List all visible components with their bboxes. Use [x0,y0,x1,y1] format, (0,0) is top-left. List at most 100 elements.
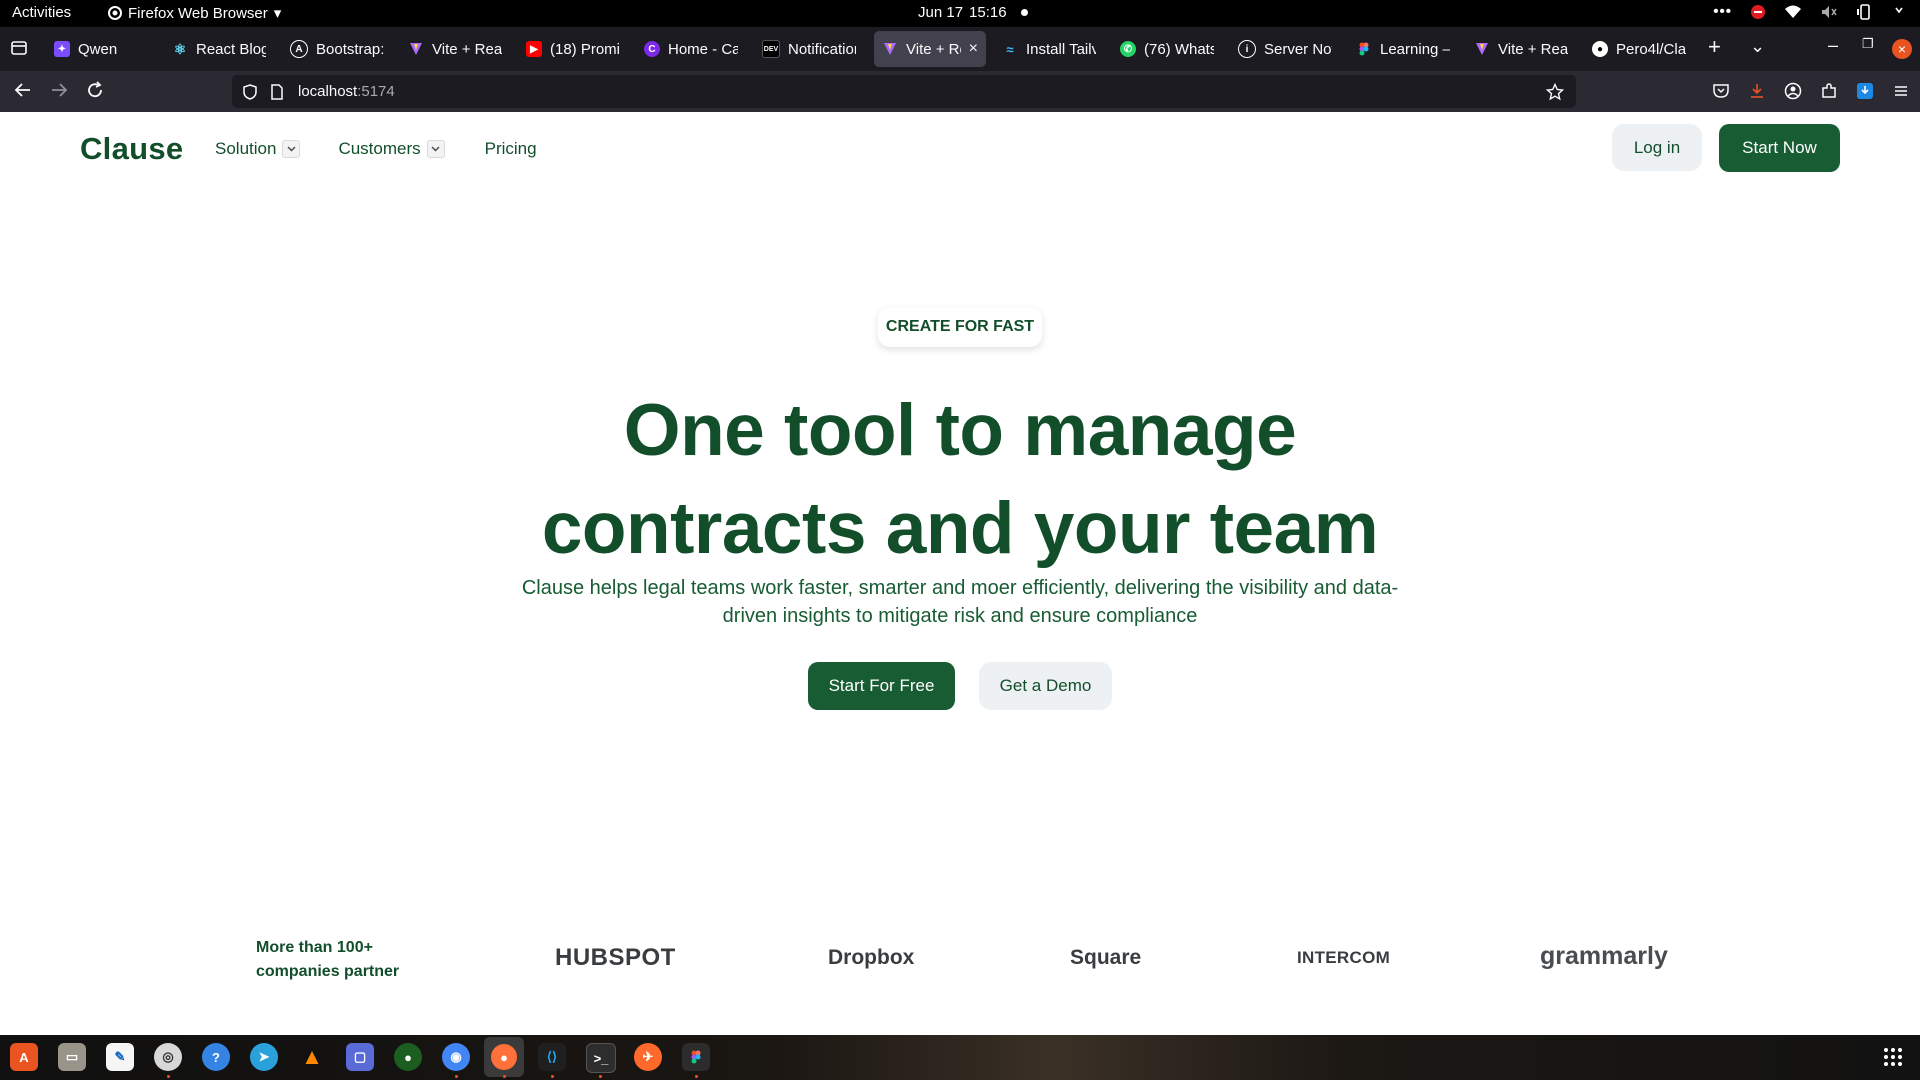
downloads-progress-icon[interactable] [1748,82,1766,100]
new-tab-icon[interactable]: + [1708,34,1721,60]
vite-favicon-icon [408,41,424,57]
firefox-view-icon[interactable] [10,39,28,57]
wifi-icon[interactable] [1784,4,1802,20]
clock-time: 15:16 [969,4,1007,21]
headline-highlight: manage [1023,382,1297,480]
brand-logo-dropbox: Dropbox [828,946,915,969]
browser-tab[interactable]: Learning – I [1348,31,1458,67]
shield-icon[interactable] [242,83,258,100]
account-icon[interactable] [1784,82,1802,100]
figma-favicon-icon [1356,41,1372,57]
nav-pricing[interactable]: Pricing [485,139,537,159]
terminal-icon[interactable]: >_ [586,1043,616,1073]
software-center-icon[interactable]: A [10,1043,38,1071]
show-apps-grid-icon[interactable] [1884,1048,1902,1066]
list-tabs-icon[interactable]: ⌄ [1750,36,1765,57]
text-editor-icon[interactable]: ✎ [106,1043,134,1071]
pocket-icon[interactable] [1712,82,1730,100]
browser-tab[interactable]: A Bootstrap: [282,31,392,67]
vlc-icon[interactable]: ▲ [298,1043,326,1071]
site-nav: Solution Customers Pricing [215,139,537,159]
minimize-window-icon[interactable]: – [1828,35,1838,56]
app-orb-icon[interactable]: ● [394,1043,422,1071]
clock[interactable]: Jun 17 15:16 [918,4,1028,21]
login-button[interactable]: Log in [1612,124,1702,171]
bookmark-star-icon[interactable] [1546,82,1564,101]
browser-tab[interactable]: C Home - Can [636,31,746,67]
system-tray[interactable]: ••• [1713,3,1906,20]
forward-arrow-icon[interactable] [50,81,68,99]
telegram-icon[interactable]: ➤ [250,1043,278,1071]
dev-favicon-icon: DEV [762,40,780,58]
tab-close-icon[interactable]: × [969,40,978,58]
tab-title: Qwen [78,40,118,58]
url-port: :5174 [357,83,395,100]
browser-tab[interactable]: Vite + Reac [400,31,510,67]
start-for-free-button[interactable]: Start For Free [808,662,955,710]
close-window-icon[interactable]: × [1892,39,1912,59]
tab-title: Learning – I [1380,40,1450,58]
clock-date: Jun 17 [918,4,964,21]
info-favicon-icon: i [1238,40,1256,58]
site-logo[interactable]: Clause [80,131,183,167]
qwen-favicon-icon: ✦ [54,41,70,57]
brand-logo-hubspot: HUBSPOT [555,944,676,971]
running-indicator [599,1075,602,1078]
browser-tab[interactable]: Vite + Reac [1466,31,1576,67]
do-not-disturb-icon[interactable] [1750,4,1766,20]
tab-title: (76) Whats [1144,40,1214,58]
browser-tab[interactable]: DEV Notificatior [754,31,864,67]
browser-tab[interactable]: ● Pero4l/Clau [1584,31,1694,67]
back-arrow-icon[interactable] [14,81,32,99]
activities-button[interactable]: Activities [12,4,71,21]
page-info-icon[interactable] [270,83,284,100]
app-menu[interactable]: Firefox Web Browser ▾ [108,4,281,22]
disk-icon[interactable]: ◎ [154,1043,182,1071]
nav-customers[interactable]: Customers [338,139,445,159]
screenshot-icon[interactable]: ▢ [346,1043,374,1071]
volume-muted-icon[interactable] [1820,4,1838,20]
tailwind-favicon-icon: ≈ [1006,41,1014,57]
vite-favicon-icon [882,41,898,57]
hero-subtitle: Clause helps legal teams work faster, sm… [521,577,1399,627]
partners-line1: More than 100+ [256,939,373,956]
restore-window-icon[interactable]: ❐ [1862,36,1874,52]
browser-tab[interactable]: ✆ (76) Whats [1112,31,1222,67]
chevron-down-icon [282,140,301,158]
tab-title: Vite + Reac [1498,40,1568,58]
files-icon[interactable]: ▭ [58,1043,86,1071]
hamburger-menu-icon[interactable] [1892,82,1910,100]
vite-favicon-icon [1474,41,1490,57]
toolbar-extensions [1712,82,1910,100]
tab-title: Vite + Re [906,40,961,58]
get-a-demo-button[interactable]: Get a Demo [979,662,1112,710]
browser-tab[interactable]: ≈ Install Tailv [994,31,1104,67]
extensions-puzzle-icon[interactable] [1820,82,1838,100]
running-indicator [695,1075,698,1078]
help-icon[interactable]: ? [202,1043,230,1071]
nav-solution[interactable]: Solution [215,139,301,159]
browser-tab[interactable]: i Server Not [1230,31,1340,67]
url-bar[interactable]: localhost:5174 [232,75,1576,108]
device-icon[interactable] [1856,3,1874,20]
more-icon[interactable]: ••• [1713,3,1732,20]
firefox-small-icon [108,6,122,20]
reload-icon[interactable] [86,81,104,99]
vscode-icon[interactable]: ⟨⟩ [538,1043,566,1071]
browser-tab-active[interactable]: Vite + Re × [874,31,986,67]
figma-dock-icon[interactable] [682,1043,710,1071]
postman-icon[interactable]: ✈ [634,1043,662,1071]
firefox-dock-icon[interactable]: ● [484,1037,524,1077]
browser-tab[interactable]: ✦ Qwen [46,31,156,67]
browser-tab[interactable]: ▶ (18) Promis [518,31,628,67]
tab-title: Notificatior [788,40,856,58]
chrome-icon[interactable]: ◉ [442,1043,470,1071]
tab-title: Server Not [1264,40,1332,58]
running-indicator [551,1075,554,1078]
download-extension-icon[interactable] [1856,82,1874,100]
bootstrap-favicon-icon: A [290,40,308,58]
start-now-button[interactable]: Start Now [1719,124,1840,172]
power-menu-icon[interactable] [1892,4,1906,20]
browser-tab[interactable]: ⚛ React Blog [164,31,274,67]
notification-dot-icon [1020,9,1028,16]
